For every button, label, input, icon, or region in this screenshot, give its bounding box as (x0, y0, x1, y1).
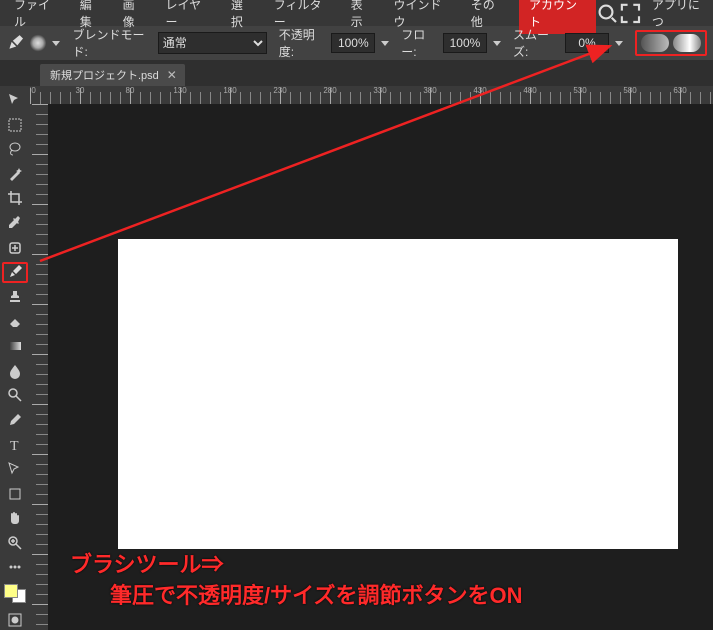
shape-tool[interactable] (2, 483, 28, 504)
ruler-horizontal: -203080130180230280330380430480530580630 (30, 86, 713, 104)
workspace: T -2030801301802302803303804304805305806… (0, 86, 713, 630)
pen-tool[interactable] (2, 410, 28, 431)
app-link[interactable]: アプリにつ (652, 0, 709, 30)
annotation-line1: ブラシツール⇒ (70, 550, 522, 581)
tab-title: 新規プロジェクト.psd (50, 67, 159, 83)
chevron-down-icon[interactable] (493, 41, 501, 46)
flow-label: フロー: (401, 26, 437, 60)
blendmode-label: ブレンドモード: (72, 26, 151, 60)
ellipsis-tool[interactable] (2, 557, 28, 578)
menu-select[interactable]: 選択 (221, 0, 264, 34)
search-icon[interactable] (596, 1, 619, 25)
path-tool[interactable] (2, 459, 28, 480)
menu-other[interactable]: その他 (461, 0, 515, 34)
fullscreen-icon[interactable] (619, 1, 642, 25)
zoom-tool[interactable] (2, 532, 28, 553)
pressure-buttons-highlight (635, 30, 707, 56)
smooth-field[interactable]: 0% (565, 33, 609, 53)
stamp-tool[interactable] (2, 287, 28, 308)
brush-tool[interactable] (2, 262, 28, 283)
close-icon[interactable]: ✕ (167, 68, 177, 82)
pressure-size-button[interactable] (673, 34, 701, 52)
lasso-tool[interactable] (2, 139, 28, 160)
menu-view[interactable]: 表示 (341, 0, 384, 34)
menubar: ファイル 編集 画像 レイヤー 選択 フィルター 表示 ウインドウ その他 アカ… (0, 0, 713, 26)
quickmask-tool[interactable] (2, 609, 28, 630)
move-tool[interactable] (2, 90, 28, 111)
svg-text:T: T (10, 439, 19, 453)
canvas[interactable] (118, 239, 678, 549)
text-tool[interactable]: T (2, 434, 28, 455)
smooth-label: スムーズ: (513, 26, 559, 60)
gradient-tool[interactable] (2, 336, 28, 357)
color-swatches[interactable] (2, 582, 28, 606)
chevron-down-icon[interactable] (381, 41, 389, 46)
blendmode-select[interactable]: 通常 (158, 32, 267, 54)
flow-field[interactable]: 100% (443, 33, 487, 53)
marquee-tool[interactable] (2, 115, 28, 136)
blur-tool[interactable] (2, 361, 28, 382)
eyedropper-tool[interactable] (2, 213, 28, 234)
menu-file[interactable]: ファイル (4, 0, 70, 34)
brush-preview-icon[interactable] (30, 34, 46, 52)
document-tab[interactable]: 新規プロジェクト.psd ✕ (40, 64, 185, 86)
current-tool-icon[interactable] (6, 33, 24, 53)
eraser-tool[interactable] (2, 312, 28, 333)
wand-tool[interactable] (2, 164, 28, 185)
ruler-vertical (30, 104, 48, 630)
hand-tool[interactable] (2, 508, 28, 529)
annotation-line2: 筆圧で不透明度/サイズを調節ボタンをON (70, 581, 522, 612)
heal-tool[interactable] (2, 237, 28, 258)
annotation-text: ブラシツール⇒ 筆圧で不透明度/サイズを調節ボタンをON (70, 550, 522, 612)
opacity-field[interactable]: 100% (331, 33, 375, 53)
menu-layer[interactable]: レイヤー (155, 0, 220, 34)
chevron-down-icon[interactable] (52, 41, 60, 46)
dodge-tool[interactable] (2, 385, 28, 406)
crop-tool[interactable] (2, 188, 28, 209)
tab-bar: 新規プロジェクト.psd ✕ (0, 60, 713, 86)
toolbox: T (0, 86, 30, 630)
pressure-opacity-button[interactable] (641, 34, 669, 52)
fg-color-swatch[interactable] (4, 584, 18, 598)
chevron-down-icon[interactable] (615, 41, 623, 46)
opacity-label: 不透明度: (279, 26, 326, 60)
